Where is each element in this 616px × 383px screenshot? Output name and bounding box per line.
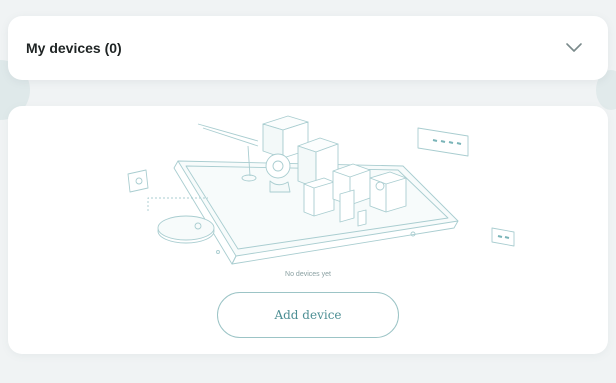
page: My devices (0) No devices yet Add device xyxy=(0,0,616,383)
add-device-button[interactable]: Add device xyxy=(217,292,399,338)
devices-header-title: My devices (0) xyxy=(26,40,122,56)
devices-content-card: No devices yet Add device xyxy=(8,106,608,354)
chevron-down-icon[interactable] xyxy=(564,38,584,58)
smart-home-devices-illustration xyxy=(127,115,515,265)
no-devices-message: No devices yet xyxy=(285,271,331,278)
my-devices-header[interactable]: My devices (0) xyxy=(8,16,608,80)
